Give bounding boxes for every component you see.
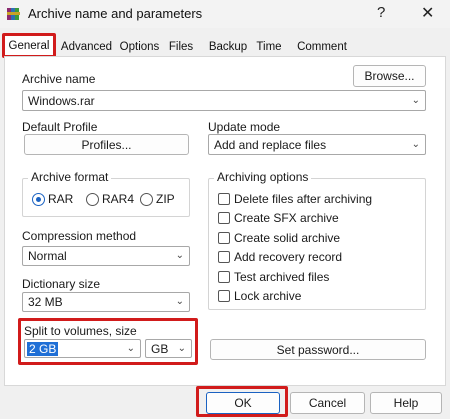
chevron-down-icon[interactable]: ⌄ (412, 94, 420, 105)
dictionary-size-value: 32 MB (28, 295, 63, 309)
option-create-solid[interactable]: Create solid archive (218, 231, 340, 245)
split-volumes-size-combobox[interactable]: 2 GB ⌄ (24, 339, 141, 358)
radio-rar-label: RAR (48, 192, 74, 206)
tab-files[interactable]: Files (166, 38, 196, 56)
option-delete-files[interactable]: Delete files after archiving (218, 192, 372, 206)
winrar-app-icon (7, 8, 20, 20)
checkbox[interactable] (218, 232, 230, 244)
help-button[interactable]: Help (370, 392, 442, 414)
radio-rar4-label: RAR4 (102, 192, 135, 206)
tab-options[interactable]: Options (117, 38, 162, 56)
tab-backup-label: Backup (208, 41, 248, 53)
radio-zip-label: ZIP (156, 192, 175, 206)
dictionary-size-select[interactable]: 32 MB ⌄ (22, 292, 190, 312)
split-volumes-label: Split to volumes, size (24, 324, 137, 338)
radio-zip-indicator[interactable] (140, 192, 153, 206)
option-test-archived[interactable]: Test archived files (218, 270, 329, 284)
option-label: Test archived files (234, 270, 330, 284)
compression-method-value: Normal (28, 249, 67, 263)
chevron-down-icon[interactable]: ⌄ (412, 138, 420, 149)
split-volumes-value[interactable]: 2 GB (27, 341, 59, 356)
title-bar: Archive name and parameters ? ✕ (0, 0, 450, 28)
checkbox[interactable] (218, 271, 230, 283)
option-label: Add recovery record (234, 250, 343, 264)
radio-rar[interactable]: RAR (32, 192, 73, 206)
archive-name-label: Archive name (22, 72, 96, 86)
archiving-options-title: Archiving options (214, 170, 312, 184)
browse-button[interactable]: Browse... (353, 65, 426, 87)
update-mode-select[interactable]: Add and replace files ⌄ (208, 134, 426, 155)
set-password-button[interactable]: Set password... (210, 339, 426, 360)
chevron-down-icon[interactable]: ⌄ (176, 250, 184, 261)
dictionary-size-label: Dictionary size (22, 277, 101, 291)
tab-time[interactable]: Time (254, 38, 284, 56)
option-label: Lock archive (234, 289, 302, 303)
set-password-label: Set password... (276, 342, 360, 357)
chevron-down-icon[interactable]: ⌄ (176, 296, 184, 307)
ok-button-label: OK (234, 396, 252, 410)
compression-method-select[interactable]: Normal ⌄ (22, 246, 190, 266)
tab-comment[interactable]: Comment (296, 38, 348, 56)
close-icon[interactable]: ✕ (421, 3, 434, 23)
option-add-recovery[interactable]: Add recovery record (218, 250, 342, 264)
archive-name-combobox[interactable]: Windows.rar ⌄ (22, 90, 426, 111)
checkbox[interactable] (218, 212, 230, 224)
tab-advanced-label: Advanced (60, 41, 113, 53)
checkbox[interactable] (218, 290, 230, 302)
option-label: Delete files after archiving (234, 192, 373, 206)
update-mode-value: Add and replace files (214, 137, 327, 152)
tab-options-label: Options (119, 41, 160, 53)
split-volumes-unit-select[interactable]: GB ⌄ (145, 339, 192, 358)
window-title: Archive name and parameters (28, 6, 203, 21)
tab-general-label: General (8, 39, 50, 52)
profiles-button[interactable]: Profiles... (24, 134, 189, 155)
checkbox[interactable] (218, 251, 230, 263)
option-lock-archive[interactable]: Lock archive (218, 289, 301, 303)
browse-button-label: Browse... (364, 69, 415, 83)
default-profile-label: Default Profile (22, 120, 98, 134)
archive-format-title: Archive format (28, 170, 112, 184)
radio-zip[interactable]: ZIP (140, 192, 175, 206)
tab-comment-label: Comment (297, 41, 347, 53)
radio-rar4-indicator[interactable] (86, 192, 99, 206)
tab-time-label: Time (256, 41, 282, 53)
help-button-label: Help (393, 396, 419, 410)
compression-method-label: Compression method (22, 229, 137, 243)
option-label: Create solid archive (234, 231, 341, 245)
chevron-down-icon[interactable]: ⌄ (178, 342, 186, 353)
chevron-down-icon[interactable]: ⌄ (127, 342, 135, 353)
radio-rar-indicator[interactable] (32, 192, 45, 206)
archive-name-value: Windows.rar (28, 93, 95, 108)
profiles-button-label: Profiles... (81, 137, 132, 152)
checkbox[interactable] (218, 193, 230, 205)
help-title-button[interactable]: ? (377, 4, 385, 21)
tab-backup[interactable]: Backup (206, 38, 250, 56)
tab-files-label: Files (168, 41, 194, 53)
option-label: Create SFX archive (234, 211, 339, 225)
radio-rar4[interactable]: RAR4 (86, 192, 134, 206)
tab-advanced[interactable]: Advanced (59, 38, 114, 56)
update-mode-label: Update mode (208, 120, 281, 134)
ok-button[interactable]: OK (206, 392, 280, 414)
split-volumes-unit: GB (151, 341, 169, 356)
cancel-button-label: Cancel (308, 396, 347, 410)
cancel-button[interactable]: Cancel (290, 392, 365, 414)
option-create-sfx[interactable]: Create SFX archive (218, 211, 339, 225)
tab-general[interactable]: General (2, 33, 56, 58)
